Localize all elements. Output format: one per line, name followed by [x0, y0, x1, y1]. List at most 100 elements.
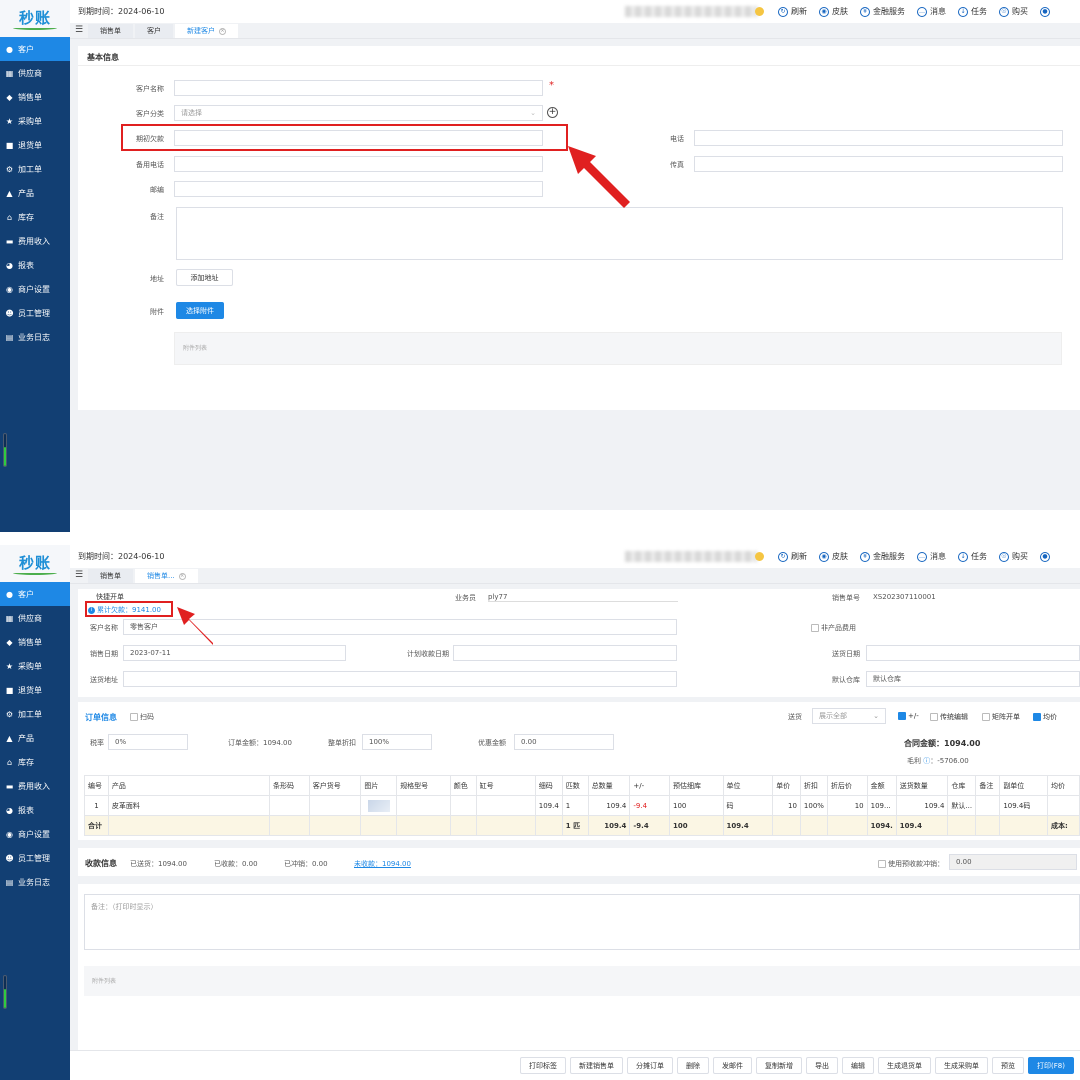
table-header[interactable]: 均价 [1047, 775, 1080, 796]
tab-customer[interactable]: 客户 [135, 24, 173, 38]
buy-button[interactable]: ☉ 购买 [999, 551, 1028, 562]
sidebar-item-product[interactable]: ▲ 产品 [0, 181, 70, 205]
tab-sales-detail[interactable]: 销售单... × [135, 569, 198, 583]
use-prepay-checkbox[interactable]: 使用预收款冲销： [878, 859, 944, 869]
backup-phone-input[interactable] [174, 156, 543, 172]
trad-checkbox[interactable]: 传统编辑 [930, 712, 968, 722]
sidebar-item-process[interactable]: ⚙ 加工单 [0, 702, 70, 726]
table-header[interactable]: 预估细库 [668, 775, 724, 796]
gen-purchase-button[interactable]: 生成采购单 [935, 1057, 989, 1074]
customer-name-input[interactable] [174, 80, 543, 96]
close-icon[interactable]: × [178, 572, 186, 580]
table-cell[interactable]: 100 [668, 795, 724, 816]
discount-input[interactable]: 100% [362, 734, 432, 750]
user-button[interactable]: ● [1040, 551, 1050, 562]
table-header[interactable]: 客户货号 [308, 775, 362, 796]
user-button[interactable]: ● [1040, 6, 1050, 17]
default-wh-input[interactable]: 默认仓库 [866, 671, 1080, 687]
table-header[interactable]: 编号 [84, 775, 109, 796]
table-header[interactable]: 单价 [772, 775, 801, 796]
add-category-icon[interactable]: + [547, 107, 558, 118]
table-header[interactable]: 条形码 [269, 775, 310, 796]
table-cell[interactable]: 100% [799, 795, 828, 816]
sidebar-item-staff[interactable]: ☻ 员工管理 [0, 301, 70, 325]
sidebar-item-report[interactable]: ◕ 报表 [0, 798, 70, 822]
table-cell[interactable]: -9.4 [629, 795, 670, 816]
message-button[interactable]: … 消息 [917, 6, 946, 17]
table-header[interactable]: 金额 [866, 775, 897, 796]
plan-collect-input[interactable] [453, 645, 677, 661]
table-cell[interactable]: 109.4码 [999, 795, 1048, 816]
delivery-addr-input[interactable] [123, 671, 677, 687]
sidebar-item-log[interactable]: ▤ 业务日志 [0, 870, 70, 894]
sidebar-item-supplier[interactable]: ▦ 供应商 [0, 606, 70, 630]
table-cell[interactable] [269, 795, 310, 816]
message-button[interactable]: … 消息 [917, 551, 946, 562]
salesperson-value[interactable]: ply77 [488, 593, 678, 602]
task-button[interactable]: ↓ 任务 [958, 6, 987, 17]
table-cell[interactable]: 皮革面料 [107, 795, 271, 816]
avg-checkbox[interactable]: 均价 [1033, 712, 1057, 722]
table-header[interactable]: +/- [629, 775, 670, 796]
copy-new-button[interactable]: 复制新增 [756, 1057, 803, 1074]
print-label-button[interactable]: 打印标签 [520, 1057, 567, 1074]
sidebar-item-expense[interactable]: ▬ 费用收入 [0, 774, 70, 798]
sidebar-item-expense[interactable]: ▬ 费用收入 [0, 229, 70, 253]
table-header[interactable]: 副单位 [999, 775, 1048, 796]
sale-date-input[interactable]: 2023-07-11 [123, 645, 346, 661]
scan-checkbox[interactable]: 扫码 [130, 712, 154, 722]
unreceived-amount[interactable]: 未收款：1094.00 [354, 859, 411, 869]
export-button[interactable]: 导出 [806, 1057, 839, 1074]
edit-button[interactable]: 编辑 [842, 1057, 875, 1074]
table-header[interactable]: 匹数 [561, 775, 589, 796]
sidebar-item-report[interactable]: ◕ 报表 [0, 253, 70, 277]
table-header[interactable]: 缸号 [475, 775, 536, 796]
sidebar-item-stock[interactable]: ⌂ 库存 [0, 750, 70, 774]
table-cell[interactable] [449, 795, 477, 816]
non-product-fee-checkbox[interactable]: 非产品费用 [811, 623, 856, 633]
sidebar-item-settings[interactable]: ◉ 商户设置 [0, 822, 70, 846]
sidebar-item-stock[interactable]: ⌂ 库存 [0, 205, 70, 229]
fax-input[interactable] [694, 156, 1063, 172]
table-header[interactable]: 细码 [534, 775, 563, 796]
refresh-button[interactable]: ↻ 刷新 [778, 551, 807, 562]
remark-textarea[interactable] [176, 207, 1063, 260]
table-header[interactable]: 折后价 [826, 775, 868, 796]
table-row[interactable]: 1 皮革面料 109.4 1 109.4 -9.4 100 码 10 100% … [84, 795, 1080, 816]
tab-new-customer[interactable]: 新建客户 × [175, 24, 238, 38]
add-address-button[interactable]: 添加地址 [176, 269, 233, 286]
matrix-checkbox[interactable]: 矩阵开单 [982, 712, 1020, 722]
table-cell[interactable]: 10 [772, 795, 801, 816]
delete-button[interactable]: 删除 [677, 1057, 710, 1074]
table-header[interactable]: 折扣 [799, 775, 828, 796]
sidebar-item-sales[interactable]: ◆ 销售单 [0, 85, 70, 109]
sidebar-item-product[interactable]: ▲ 产品 [0, 726, 70, 750]
sidebar-item-log[interactable]: ▤ 业务日志 [0, 325, 70, 349]
table-cell[interactable] [1047, 795, 1080, 816]
skin-button[interactable]: ◉ 皮肤 [819, 551, 848, 562]
table-header[interactable]: 颜色 [449, 775, 477, 796]
table-cell[interactable]: 10 [826, 795, 868, 816]
table-cell[interactable]: 109.4 [587, 795, 631, 816]
table-header[interactable]: 仓库 [947, 775, 977, 796]
table-cell[interactable] [360, 795, 398, 816]
send-select[interactable]: 展示全部 ⌄ [812, 708, 886, 724]
table-cell[interactable]: 109.4 [895, 795, 949, 816]
finance-button[interactable]: ¥ 金融服务 [860, 551, 905, 562]
tab-sales[interactable]: 销售单 [88, 569, 133, 583]
close-icon[interactable]: × [219, 27, 226, 35]
table-cell[interactable] [475, 795, 536, 816]
category-select[interactable]: 请选择 ⌄ [174, 105, 543, 121]
pm-checkbox[interactable]: +/- [898, 712, 919, 720]
menu-toggle-icon[interactable]: ☰ [70, 22, 88, 38]
table-header[interactable]: 备注 [975, 775, 1001, 796]
table-cell[interactable]: 码 [722, 795, 774, 816]
sidebar-item-sales[interactable]: ◆ 销售单 [0, 630, 70, 654]
preview-button[interactable]: 预览 [992, 1057, 1025, 1074]
buy-button[interactable]: ☉ 购买 [999, 6, 1028, 17]
skin-button[interactable]: ◉ 皮肤 [819, 6, 848, 17]
table-header[interactable]: 产品 [107, 775, 271, 796]
phone-input[interactable] [694, 130, 1063, 146]
table-cell[interactable]: 109.4 [534, 795, 563, 816]
send-email-button[interactable]: 发邮件 [713, 1057, 753, 1074]
